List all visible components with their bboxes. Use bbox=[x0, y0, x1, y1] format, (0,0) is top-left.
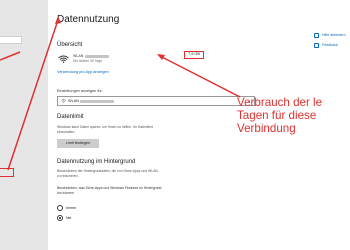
arrow-head-usage-icon bbox=[157, 54, 165, 60]
arrow-head-title-icon bbox=[55, 16, 61, 24]
arrow-to-usage bbox=[159, 55, 241, 98]
annotation-line-2: Tagen für diese bbox=[237, 109, 317, 122]
annotation-line-1: Verbrauch der le bbox=[237, 96, 323, 109]
annotation-line-3: Verbindung bbox=[237, 122, 296, 135]
annotation-callout: Verbrauch der le Tagen für diese Verbind… bbox=[237, 96, 350, 135]
arrow-to-sidebar bbox=[0, 51, 21, 61]
arrow-to-title bbox=[7, 19, 59, 171]
